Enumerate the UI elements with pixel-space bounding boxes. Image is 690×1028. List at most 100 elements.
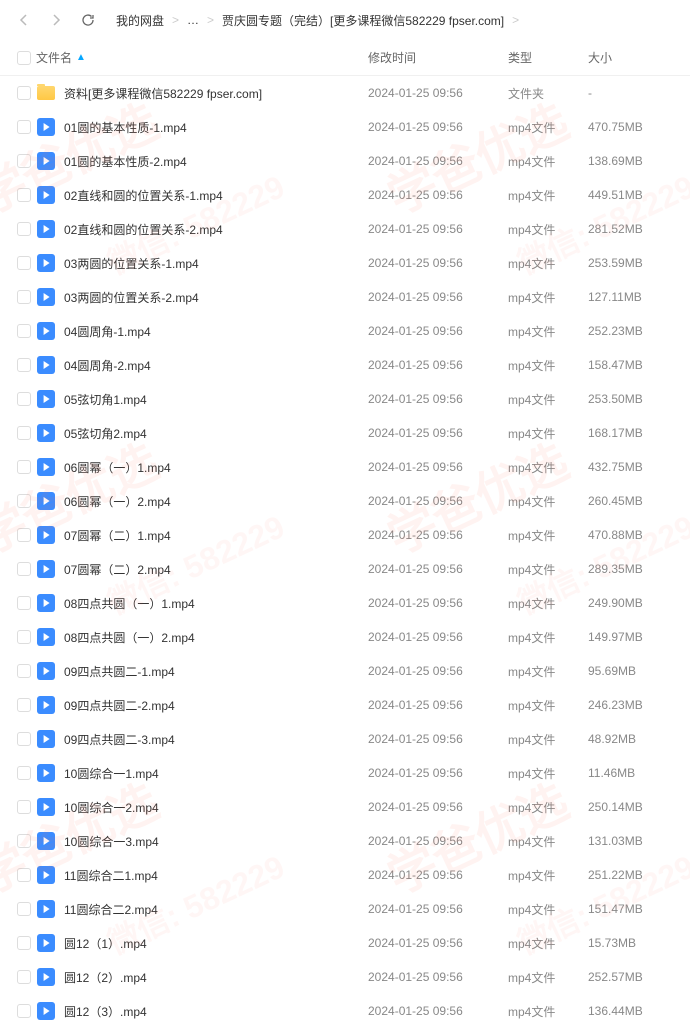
table-row[interactable]: 圆12（2）.mp42024-01-25 09:56mp4文件252.57MB xyxy=(0,960,690,994)
file-name[interactable]: 11圆综合二2.mp4 xyxy=(64,901,368,918)
table-row[interactable]: 03两圆的位置关系-1.mp42024-01-25 09:56mp4文件253.… xyxy=(0,246,690,280)
row-checkbox[interactable] xyxy=(17,732,31,746)
row-checkbox[interactable] xyxy=(17,188,31,202)
table-row[interactable]: 06圆幂（一）2.mp42024-01-25 09:56mp4文件260.45M… xyxy=(0,484,690,518)
file-name[interactable]: 03两圆的位置关系-1.mp4 xyxy=(64,255,368,272)
column-header-name[interactable]: 文件名 ▲ xyxy=(36,49,368,66)
table-row[interactable]: 10圆综合一3.mp42024-01-25 09:56mp4文件131.03MB xyxy=(0,824,690,858)
row-checkbox[interactable] xyxy=(17,970,31,984)
file-name[interactable]: 01圆的基本性质-2.mp4 xyxy=(64,153,368,170)
table-row[interactable]: 01圆的基本性质-1.mp42024-01-25 09:56mp4文件470.7… xyxy=(0,110,690,144)
file-name[interactable]: 09四点共圆二-1.mp4 xyxy=(64,663,368,680)
row-checkbox[interactable] xyxy=(17,324,31,338)
select-all-checkbox[interactable] xyxy=(17,51,31,65)
table-row[interactable]: 11圆综合二2.mp42024-01-25 09:56mp4文件151.47MB xyxy=(0,892,690,926)
file-name[interactable]: 04圆周角-2.mp4 xyxy=(64,357,368,374)
table-row[interactable]: 06圆幂（一）1.mp42024-01-25 09:56mp4文件432.75M… xyxy=(0,450,690,484)
file-name[interactable]: 11圆综合二1.mp4 xyxy=(64,867,368,884)
table-row[interactable]: 圆12（3）.mp42024-01-25 09:56mp4文件136.44MB xyxy=(0,994,690,1028)
row-checkbox[interactable] xyxy=(17,494,31,508)
file-name[interactable]: 02直线和圆的位置关系-2.mp4 xyxy=(64,221,368,238)
table-row[interactable]: 07圆幂（二）1.mp42024-01-25 09:56mp4文件470.88M… xyxy=(0,518,690,552)
nav-forward-button[interactable] xyxy=(44,8,68,32)
row-checkbox[interactable] xyxy=(17,358,31,372)
row-checkbox[interactable] xyxy=(17,936,31,950)
refresh-button[interactable] xyxy=(76,8,100,32)
table-row[interactable]: 09四点共圆二-3.mp42024-01-25 09:56mp4文件48.92M… xyxy=(0,722,690,756)
row-checkbox[interactable] xyxy=(17,800,31,814)
row-checkbox[interactable] xyxy=(17,392,31,406)
file-name[interactable]: 05弦切角1.mp4 xyxy=(64,391,368,408)
nav-back-button[interactable] xyxy=(12,8,36,32)
file-name[interactable]: 07圆幂（二）1.mp4 xyxy=(64,527,368,544)
column-header-date[interactable]: 修改时间 xyxy=(368,49,508,66)
table-row[interactable]: 03两圆的位置关系-2.mp42024-01-25 09:56mp4文件127.… xyxy=(0,280,690,314)
row-checkbox[interactable] xyxy=(17,766,31,780)
table-row[interactable]: 08四点共圆（一）2.mp42024-01-25 09:56mp4文件149.9… xyxy=(0,620,690,654)
table-row[interactable]: 09四点共圆二-1.mp42024-01-25 09:56mp4文件95.69M… xyxy=(0,654,690,688)
file-name[interactable]: 10圆综合一1.mp4 xyxy=(64,765,368,782)
table-row[interactable]: 05弦切角2.mp42024-01-25 09:56mp4文件168.17MB xyxy=(0,416,690,450)
breadcrumb-dots[interactable]: … xyxy=(187,13,199,27)
table-row[interactable]: 04圆周角-1.mp42024-01-25 09:56mp4文件252.23MB xyxy=(0,314,690,348)
row-checkbox[interactable] xyxy=(17,902,31,916)
file-name[interactable]: 资料[更多课程微信582229 fpser.com] xyxy=(64,85,368,102)
row-checkbox[interactable] xyxy=(17,154,31,168)
row-checkbox[interactable] xyxy=(17,290,31,304)
file-date: 2024-01-25 09:56 xyxy=(368,970,508,984)
file-name[interactable]: 09四点共圆二-3.mp4 xyxy=(64,731,368,748)
table-row[interactable]: 08四点共圆（一）1.mp42024-01-25 09:56mp4文件249.9… xyxy=(0,586,690,620)
table-row[interactable]: 11圆综合二1.mp42024-01-25 09:56mp4文件251.22MB xyxy=(0,858,690,892)
file-name[interactable]: 圆12（1）.mp4 xyxy=(64,935,368,952)
row-checkbox[interactable] xyxy=(17,868,31,882)
row-checkbox[interactable] xyxy=(17,698,31,712)
row-checkbox[interactable] xyxy=(17,562,31,576)
file-type: mp4文件 xyxy=(508,697,588,714)
row-checkbox[interactable] xyxy=(17,834,31,848)
column-header-size[interactable]: 大小 xyxy=(588,49,678,66)
file-size: 253.59MB xyxy=(588,256,678,270)
table-row[interactable]: 04圆周角-2.mp42024-01-25 09:56mp4文件158.47MB xyxy=(0,348,690,382)
table-row[interactable]: 02直线和圆的位置关系-1.mp42024-01-25 09:56mp4文件44… xyxy=(0,178,690,212)
file-name[interactable]: 07圆幂（二）2.mp4 xyxy=(64,561,368,578)
file-name[interactable]: 06圆幂（一）1.mp4 xyxy=(64,459,368,476)
row-checkbox[interactable] xyxy=(17,528,31,542)
file-name[interactable]: 05弦切角2.mp4 xyxy=(64,425,368,442)
file-size: 470.88MB xyxy=(588,528,678,542)
table-row[interactable]: 10圆综合一2.mp42024-01-25 09:56mp4文件250.14MB xyxy=(0,790,690,824)
table-row[interactable]: 07圆幂（二）2.mp42024-01-25 09:56mp4文件289.35M… xyxy=(0,552,690,586)
table-row[interactable]: 10圆综合一1.mp42024-01-25 09:56mp4文件11.46MB xyxy=(0,756,690,790)
table-row[interactable]: 02直线和圆的位置关系-2.mp42024-01-25 09:56mp4文件28… xyxy=(0,212,690,246)
row-checkbox[interactable] xyxy=(17,460,31,474)
video-file-icon xyxy=(36,151,56,171)
row-checkbox[interactable] xyxy=(17,120,31,134)
row-checkbox[interactable] xyxy=(17,596,31,610)
file-name[interactable]: 10圆综合一3.mp4 xyxy=(64,833,368,850)
column-header-type[interactable]: 类型 xyxy=(508,49,588,66)
row-checkbox[interactable] xyxy=(17,426,31,440)
file-name[interactable]: 01圆的基本性质-1.mp4 xyxy=(64,119,368,136)
file-name[interactable]: 08四点共圆（一）1.mp4 xyxy=(64,595,368,612)
file-name[interactable]: 圆12（2）.mp4 xyxy=(64,969,368,986)
row-checkbox[interactable] xyxy=(17,664,31,678)
file-name[interactable]: 03两圆的位置关系-2.mp4 xyxy=(64,289,368,306)
row-checkbox[interactable] xyxy=(17,1004,31,1018)
table-row[interactable]: 01圆的基本性质-2.mp42024-01-25 09:56mp4文件138.6… xyxy=(0,144,690,178)
row-checkbox[interactable] xyxy=(17,256,31,270)
file-name[interactable]: 圆12（3）.mp4 xyxy=(64,1003,368,1020)
file-name[interactable]: 04圆周角-1.mp4 xyxy=(64,323,368,340)
table-row[interactable]: 09四点共圆二-2.mp42024-01-25 09:56mp4文件246.23… xyxy=(0,688,690,722)
file-name[interactable]: 02直线和圆的位置关系-1.mp4 xyxy=(64,187,368,204)
breadcrumb-root[interactable]: 我的网盘 xyxy=(116,12,164,29)
file-name[interactable]: 06圆幂（一）2.mp4 xyxy=(64,493,368,510)
file-name[interactable]: 10圆综合一2.mp4 xyxy=(64,799,368,816)
table-row[interactable]: 资料[更多课程微信582229 fpser.com]2024-01-25 09:… xyxy=(0,76,690,110)
table-row[interactable]: 05弦切角1.mp42024-01-25 09:56mp4文件253.50MB xyxy=(0,382,690,416)
table-row[interactable]: 圆12（1）.mp42024-01-25 09:56mp4文件15.73MB xyxy=(0,926,690,960)
row-checkbox[interactable] xyxy=(17,86,31,100)
file-type: mp4文件 xyxy=(508,391,588,408)
file-name[interactable]: 09四点共圆二-2.mp4 xyxy=(64,697,368,714)
row-checkbox[interactable] xyxy=(17,630,31,644)
file-name[interactable]: 08四点共圆（一）2.mp4 xyxy=(64,629,368,646)
row-checkbox[interactable] xyxy=(17,222,31,236)
